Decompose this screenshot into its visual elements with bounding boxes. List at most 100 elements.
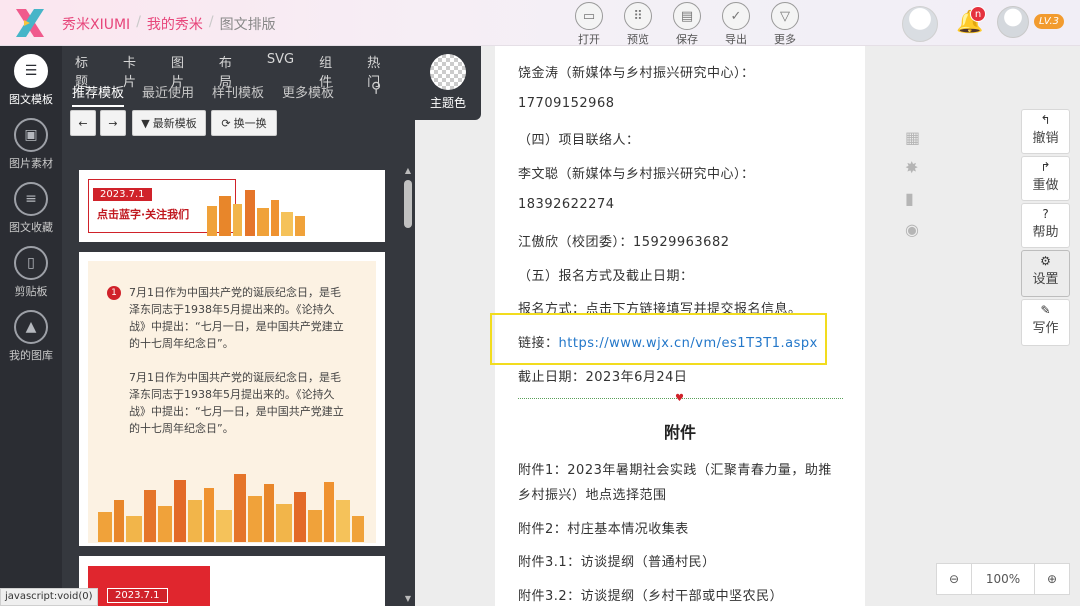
help-icon: ? — [1042, 207, 1049, 221]
nav-gallery[interactable]: ▲ 我的图库 — [0, 306, 62, 370]
template-list: 2023.7.1 点击蓝字·关注我们 1 7月1日作为中国共产党的诞辰纪念日，是… — [62, 156, 415, 606]
user-avatar[interactable] — [997, 6, 1029, 38]
clipboard-icon: ▯ — [14, 246, 48, 280]
highlight-box — [490, 313, 827, 365]
sparkle-icon[interactable]: ✸ — [905, 158, 918, 177]
top-bar: 秀米XIUMI / 我的秀米 / 图文排版 ▭ 打开 ⠿ 预览 ▤ 保存 ✓ 导出 ▽ 更… — [0, 0, 1080, 46]
xiumi-logo-icon[interactable] — [12, 6, 48, 40]
collection-icon: ≡ — [14, 182, 48, 216]
tab-recent[interactable]: 最近使用 — [142, 82, 194, 107]
more-icon: ▽ — [771, 2, 799, 30]
more-button[interactable]: ▽ 更多 — [766, 2, 804, 47]
nav-template[interactable]: ☰ 图文模板 — [0, 50, 62, 114]
scroll-thumb[interactable] — [404, 180, 412, 228]
body-text[interactable]: 江傲欣（校团委）：15929963682 — [518, 231, 729, 250]
bell-icon[interactable]: 🔔 n — [956, 6, 986, 38]
theme-color-button[interactable]: 主题色 — [415, 46, 481, 120]
scroll-up-icon[interactable]: ▲ — [403, 166, 413, 175]
body-text[interactable]: 17709152968 — [518, 96, 614, 111]
left-sidebar: ☰ 图文模板 ▣ 图片素材 ≡ 图文收藏 ▯ 剪贴板 ▲ 我的图库 — [0, 46, 62, 606]
template-icon: ☰ — [14, 54, 48, 88]
city-skyline-image — [207, 190, 305, 236]
breadcrumb-home[interactable]: 秀米XIUMI — [62, 14, 130, 34]
chart-icon[interactable]: ▮ — [905, 189, 914, 208]
template-subtabs: 推荐模板 最近使用 样刊模板 更多模板 — [72, 82, 352, 107]
attachment-item[interactable]: 附件2：村庄基本情况收集表 — [518, 518, 689, 537]
refresh-icon: ⟳ — [221, 116, 231, 130]
breadcrumb: 秀米XIUMI / 我的秀米 / 图文排版 — [62, 14, 276, 34]
body-text[interactable]: 18392622274 — [518, 197, 614, 212]
open-button[interactable]: ▭ 打开 — [570, 2, 608, 47]
arrow-right-icon: → — [108, 116, 118, 130]
attachment-heading[interactable]: 附件 — [495, 419, 865, 443]
panel-scrollbar[interactable]: ▲ ▼ — [403, 166, 413, 606]
template-card[interactable]: 2023.7.1 点击蓝字·关注我们 — [79, 170, 385, 242]
template-panel: 标题 卡片 图片 布局 SVG 组件 热门 推荐模板 最近使用 样刊模板 更多模… — [62, 46, 415, 606]
breadcrumb-current: 图文排版 — [219, 17, 276, 33]
redo-button[interactable]: ↱ 重做 — [1021, 156, 1070, 201]
arrow-left-icon: ← — [78, 116, 88, 130]
save-button[interactable]: ▤ 保存 — [668, 2, 706, 47]
toolbar: ▭ 打开 ⠿ 预览 ▤ 保存 ✓ 导出 ▽ 更多 — [570, 2, 804, 47]
write-icon: ✎ — [1040, 303, 1051, 317]
date-tag: 2023.7.1 — [93, 188, 152, 201]
breadcrumb-sep: / — [136, 14, 141, 30]
shuffle-button[interactable]: ⟳ 换一换 — [211, 110, 277, 136]
account-avatar[interactable] — [902, 6, 938, 42]
card-paragraph: 7月1日作为中国共产党的诞辰纪念日，是毛泽东同志于1938年5月提出来的。《论持… — [129, 371, 344, 435]
search-icon[interactable]: ⚲ — [371, 80, 381, 96]
body-text[interactable]: 李文聪（新媒体与乡村振兴研究中心）： — [518, 163, 755, 182]
deadline-text[interactable]: 截止日期：2023年6月24日 — [518, 366, 687, 385]
gallery-icon: ▲ — [14, 310, 48, 344]
tab-more-templates[interactable]: 更多模板 — [282, 82, 334, 107]
nav-clipboard[interactable]: ▯ 剪贴板 — [0, 242, 62, 306]
number-badge: 1 — [107, 286, 121, 300]
eye-icon[interactable]: ◉ — [905, 220, 919, 239]
nav-image-material[interactable]: ▣ 图片素材 — [0, 114, 62, 178]
attachment-item[interactable]: 附件3.2：访谈提纲（乡村干部或中坚农民） — [518, 585, 783, 604]
preview-icon: ⠿ — [624, 2, 652, 30]
undo-icon: ↰ — [1040, 113, 1051, 127]
tab-sample[interactable]: 样刊模板 — [212, 82, 264, 107]
zoom-in-icon: ⊕ — [1046, 572, 1058, 586]
nav-collection[interactable]: ≡ 图文收藏 — [0, 178, 62, 242]
folder-icon: ▭ — [575, 2, 603, 30]
grid-view-icon[interactable]: ▦ — [905, 128, 920, 147]
attachment-item[interactable]: 乡村振兴）地点选择范围 — [518, 484, 667, 503]
card-paragraph: 7月1日作为中国共产党的诞辰纪念日，是毛泽东同志于1938年5月提出来的。《论持… — [129, 286, 344, 350]
date-tag: 2023.7.1 — [107, 588, 168, 603]
next-arrow-button[interactable]: → — [100, 110, 126, 136]
zoom-in-button[interactable]: ⊕ — [1034, 563, 1070, 595]
level-badge: LV.3 — [1034, 14, 1064, 29]
export-icon: ✓ — [722, 2, 750, 30]
undo-button[interactable]: ↰ 撤销 — [1021, 109, 1070, 154]
template-card[interactable]: 2023.7.1 — [79, 556, 385, 606]
save-icon: ▤ — [673, 2, 701, 30]
zoom-out-button[interactable]: ⊖ — [936, 563, 972, 595]
export-button[interactable]: ✓ 导出 — [717, 2, 755, 47]
attachment-item[interactable]: 附件1：2023年暑期社会实践（汇聚青春力量，助推 — [518, 459, 832, 478]
preview-button[interactable]: ⠿ 预览 — [619, 2, 657, 47]
help-button[interactable]: ? 帮助 — [1021, 203, 1070, 248]
body-text[interactable]: （五）报名方式及截止日期： — [518, 265, 694, 284]
attachment-item[interactable]: 附件3.1：访谈提纲（普通村民） — [518, 551, 716, 570]
theme-color-swatch — [430, 54, 466, 90]
zoom-out-icon: ⊖ — [948, 572, 960, 586]
breadcrumb-my-xiumi[interactable]: 我的秀米 — [147, 14, 203, 34]
newest-filter-button[interactable]: ▼ 最新模板 — [132, 110, 206, 136]
city-skyline-image — [98, 474, 364, 542]
body-text[interactable]: （四）项目联络人： — [518, 129, 640, 148]
template-card[interactable]: 1 7月1日作为中国共产党的诞辰纪念日，是毛泽东同志于1938年5月提出来的。《… — [79, 252, 385, 546]
body-text[interactable]: 饶金涛（新媒体与乡村振兴研究中心）： — [518, 62, 755, 81]
status-bar: javascript:void(0) — [0, 588, 98, 606]
prev-arrow-button[interactable]: ← — [70, 110, 96, 136]
redo-icon: ↱ — [1040, 160, 1051, 174]
settings-icon: ⚙ — [1040, 254, 1051, 268]
breadcrumb-sep: / — [208, 14, 214, 30]
scroll-down-icon[interactable]: ▼ — [403, 594, 413, 603]
settings-button[interactable]: ⚙ 设置 — [1021, 250, 1070, 297]
follow-text: 点击蓝字·关注我们 — [97, 208, 190, 221]
tab-recommended[interactable]: 推荐模板 — [72, 82, 125, 107]
filter-icon: ▼ — [141, 116, 150, 130]
write-button[interactable]: ✎ 写作 — [1021, 299, 1070, 346]
